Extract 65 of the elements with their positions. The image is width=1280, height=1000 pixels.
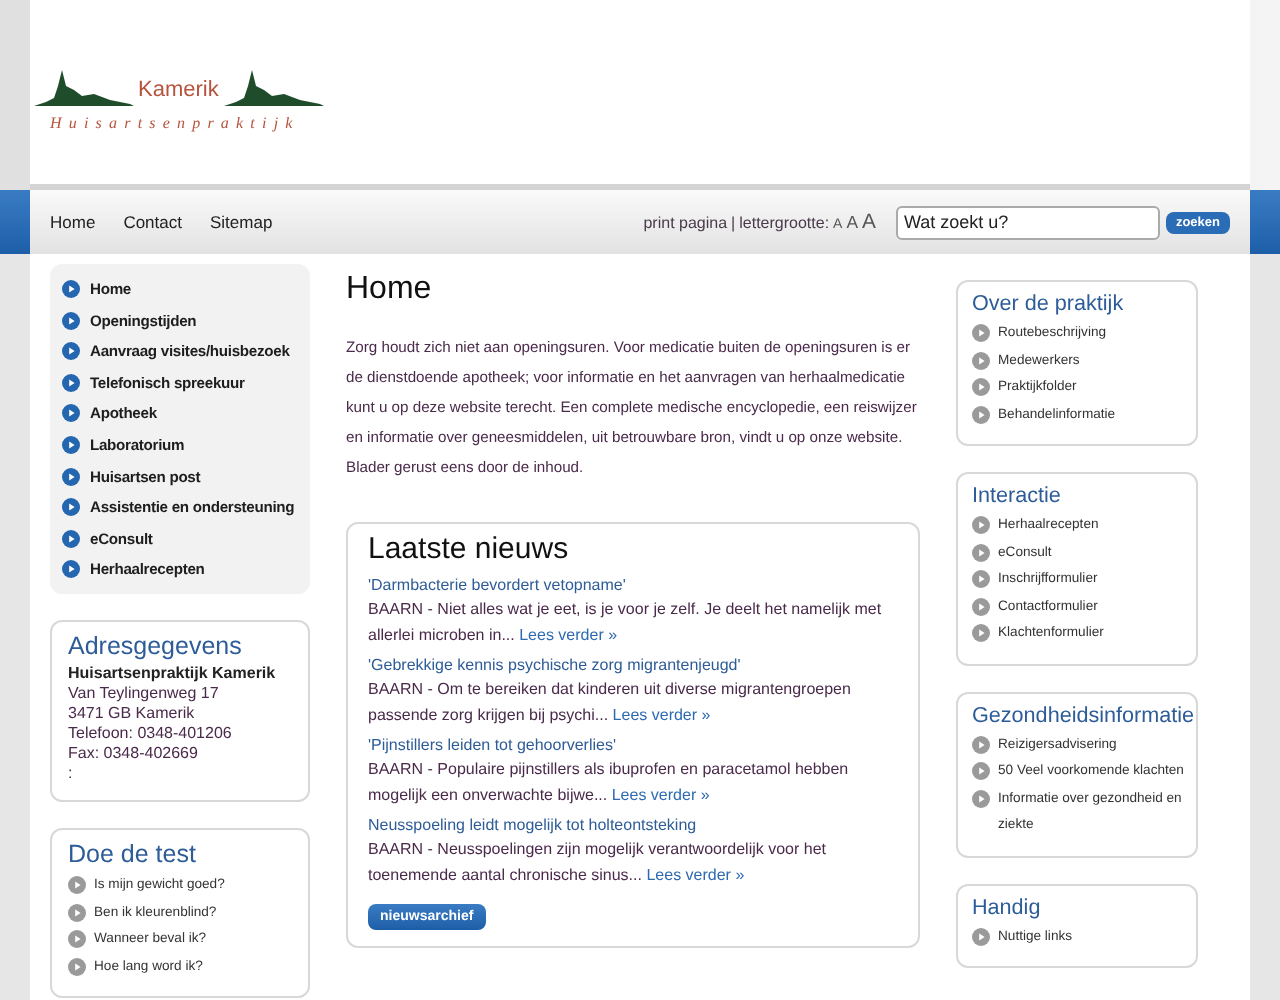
card-title: Gezondheidsinformatie	[972, 703, 1188, 727]
play-bullet-icon	[62, 404, 80, 423]
play-bullet-icon	[68, 957, 86, 976]
card-title: Interactie	[972, 484, 1063, 508]
logo-name: Kamerik	[138, 78, 219, 102]
separator: |	[731, 213, 736, 231]
page-title: Home	[346, 272, 434, 308]
play-bullet-icon	[972, 378, 990, 396]
play-bullet-icon	[62, 467, 80, 486]
search-field[interactable]: Wat zoekt u?	[895, 205, 1160, 239]
news-headline[interactable]: 'Gebrekkige kennis psychische zorg migrantenjeugd'	[368, 654, 898, 678]
card-title: Over de praktijk	[972, 292, 1126, 316]
address-line: Fax: 0348-402669	[68, 744, 200, 765]
play-bullet-icon	[972, 762, 990, 780]
news-headline[interactable]: Neusspoeling leidt mogelijk tot holteontsteking	[368, 814, 898, 838]
address-line: :	[68, 764, 75, 785]
play-bullet-icon	[972, 927, 990, 945]
font-size-link[interactable]: A	[862, 211, 876, 233]
news-summary: BAARN - Niet alles wat je eet, is je voor je zelf. Je deelt het namelijk met allerlei microben in... Lees verder »	[368, 598, 884, 647]
address-line: Van Teylingenweg 17	[68, 684, 221, 705]
font-size-link[interactable]: A	[846, 211, 859, 231]
nav-link[interactable]: Sitemap	[209, 212, 273, 232]
read-more-link[interactable]: Lees verder »	[646, 865, 745, 883]
read-more-link[interactable]: Lees verder »	[612, 705, 711, 723]
play-bullet-icon	[68, 930, 86, 949]
read-more-link[interactable]: Lees verder »	[519, 625, 618, 643]
play-bullet-icon	[62, 280, 80, 298]
news-headline[interactable]: 'Darmbacterie bevordert vetopname'	[368, 574, 898, 598]
news-title: Laatste nieuws	[368, 532, 571, 566]
play-bullet-icon	[972, 543, 990, 561]
font-size-label: lettergrootte:	[739, 213, 830, 231]
play-bullet-icon	[62, 529, 80, 548]
play-bullet-icon	[972, 351, 990, 369]
play-bullet-icon	[972, 570, 990, 588]
play-bullet-icon	[62, 435, 80, 454]
play-bullet-icon	[62, 373, 80, 392]
news-summary: BAARN - Neusspoelingen zijn mogelijk verantwoordelijk voor het toenemende aantal chronische sinus... Lees verder »	[368, 838, 828, 887]
play-bullet-icon	[68, 903, 86, 922]
card-title: Adresgegevens	[68, 632, 244, 661]
play-bullet-icon	[62, 498, 80, 517]
play-bullet-icon	[62, 311, 80, 330]
play-bullet-icon	[972, 597, 990, 615]
address-line: Telefoon: 0348-401206	[68, 724, 234, 745]
play-bullet-icon	[68, 876, 86, 895]
play-bullet-icon	[972, 735, 990, 753]
news-headline[interactable]: 'Pijnstillers leiden tot gehoorverlies'	[368, 734, 898, 758]
address-line: 3471 GB Kamerik	[68, 704, 197, 725]
play-bullet-icon	[972, 324, 990, 342]
nav-link[interactable]: Contact	[123, 212, 182, 232]
news-summary: BAARN - Om te bereiken dat kinderen uit diverse migrantengroepen passende zorg krijgen bij psychi... Lees verder »	[368, 678, 853, 728]
logo[interactable]: Kamerik Huisartsenpraktijk	[34, 62, 324, 142]
play-bullet-icon	[972, 624, 990, 642]
news-summary: BAARN - Populaire pijnstillers als ibuprofen en paracetamol hebben mogelijk een onverwachte bijwe... Lees verder »	[368, 758, 851, 808]
play-bullet-icon	[972, 789, 990, 807]
play-bullet-icon	[62, 342, 80, 361]
card-title: Handig	[972, 895, 1043, 919]
nav-link[interactable]: Home	[50, 212, 96, 232]
play-bullet-icon	[972, 405, 990, 423]
play-bullet-icon	[972, 516, 990, 534]
logo-tagline: Huisartsenpraktijk	[50, 114, 300, 132]
card-title: Doe de test	[68, 840, 198, 869]
read-more-link[interactable]: Lees verder »	[611, 785, 710, 803]
print-link[interactable]: print pagina	[643, 213, 728, 231]
play-bullet-icon	[62, 560, 80, 579]
practice-name: Huisartsenpraktijk Kamerik	[68, 664, 278, 685]
